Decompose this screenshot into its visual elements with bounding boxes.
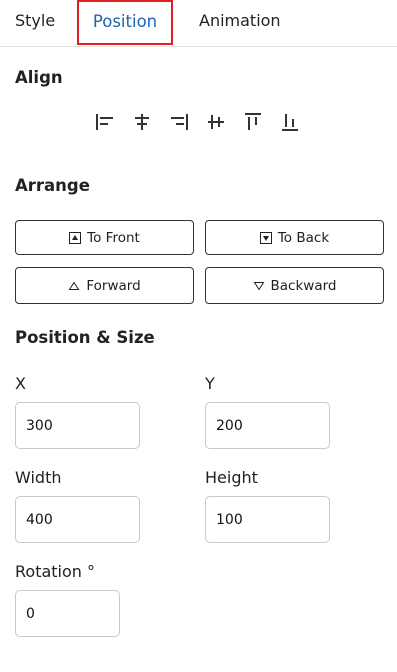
- align-toolbar: [93, 110, 301, 133]
- triangle-down-icon: [253, 280, 265, 292]
- tab-position[interactable]: Position: [77, 0, 173, 45]
- tab-style[interactable]: Style: [15, 0, 55, 44]
- height-label: Height: [205, 468, 258, 487]
- y-input[interactable]: [205, 402, 330, 449]
- triangle-up-icon: [68, 280, 80, 292]
- align-bottom-icon[interactable]: [278, 110, 301, 133]
- height-input[interactable]: [205, 496, 330, 543]
- to-front-label: To Front: [87, 229, 140, 246]
- bring-to-front-icon: [69, 231, 82, 244]
- to-back-button[interactable]: To Back: [205, 220, 384, 255]
- forward-button[interactable]: Forward: [15, 267, 194, 304]
- rotation-input[interactable]: [15, 590, 120, 637]
- align-section-title: Align: [15, 68, 63, 87]
- align-left-icon[interactable]: [93, 110, 116, 133]
- x-input[interactable]: [15, 402, 140, 449]
- width-label: Width: [15, 468, 62, 487]
- tab-bar: Style Position Animation: [0, 0, 397, 47]
- to-front-button[interactable]: To Front: [15, 220, 194, 255]
- forward-label: Forward: [86, 277, 141, 294]
- width-input[interactable]: [15, 496, 140, 543]
- align-center-horizontal-icon[interactable]: [130, 110, 153, 133]
- backward-button[interactable]: Backward: [205, 267, 384, 304]
- send-to-back-icon: [259, 231, 272, 244]
- x-label: X: [15, 374, 26, 393]
- tab-animation[interactable]: Animation: [199, 0, 281, 44]
- arrange-section-title: Arrange: [15, 176, 90, 195]
- align-right-icon[interactable]: [167, 110, 190, 133]
- to-back-label: To Back: [277, 229, 330, 246]
- rotation-label: Rotation °: [15, 562, 95, 581]
- position-size-section-title: Position & Size: [15, 328, 155, 347]
- backward-label: Backward: [270, 277, 337, 294]
- y-label: Y: [205, 374, 215, 393]
- align-top-icon[interactable]: [241, 110, 264, 133]
- align-middle-icon[interactable]: [204, 110, 227, 133]
